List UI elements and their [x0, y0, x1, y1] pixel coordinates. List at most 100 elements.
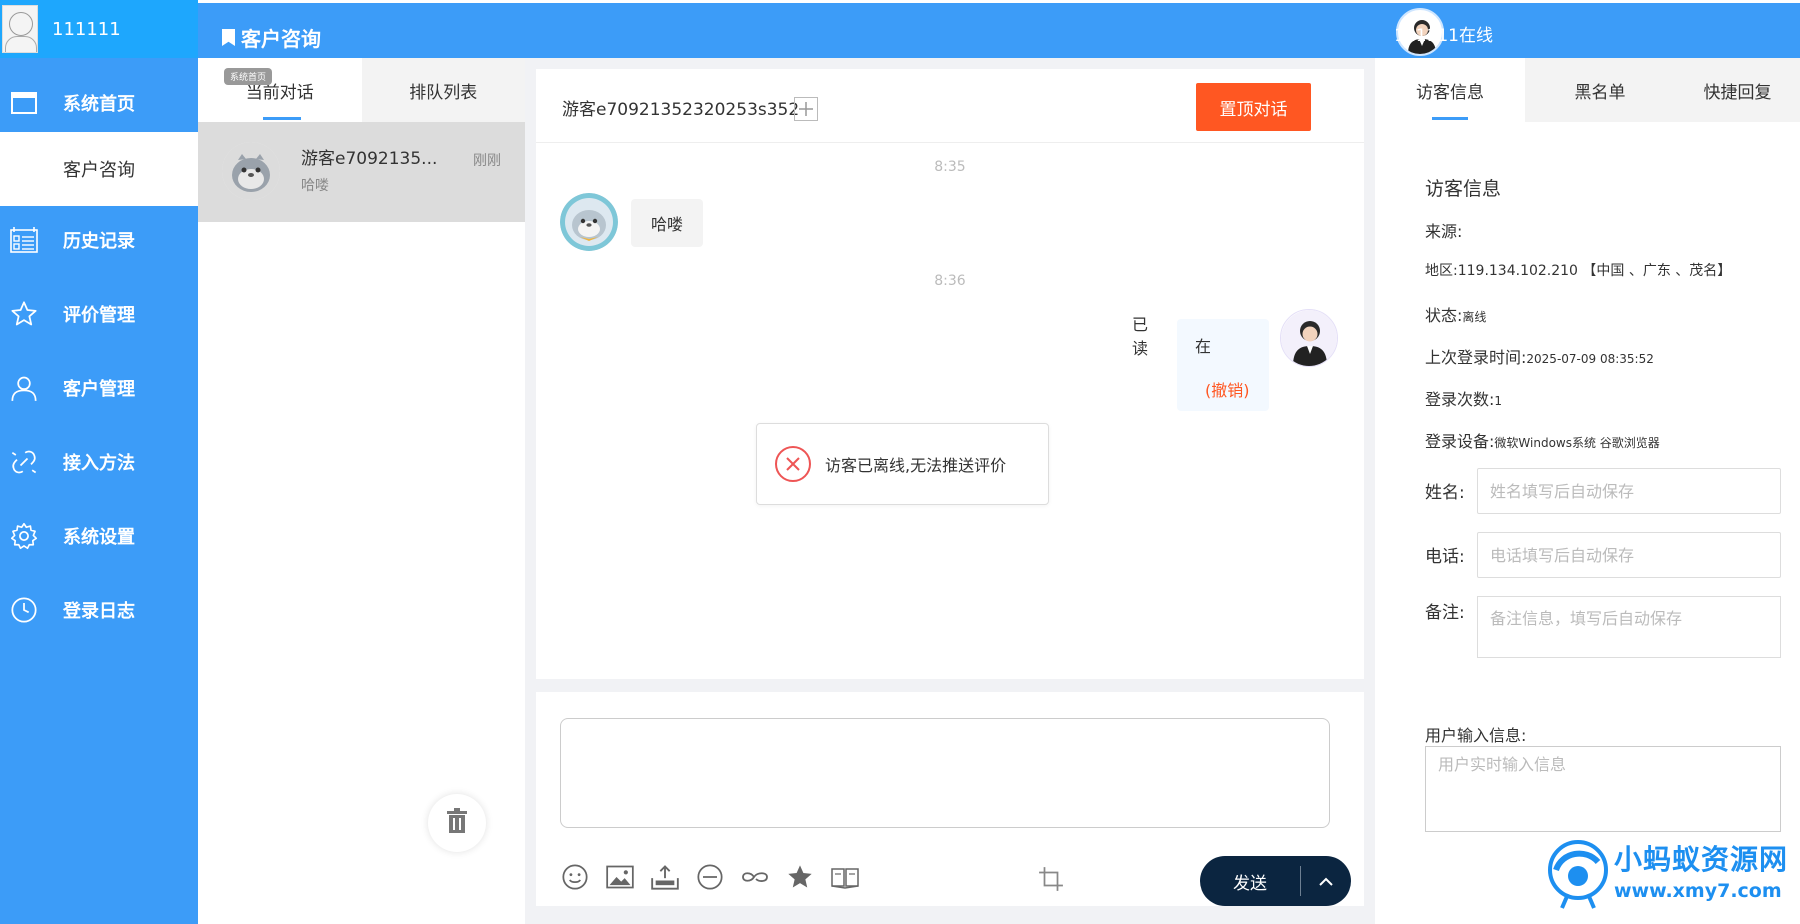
remark-label: 备注:: [1425, 603, 1465, 623]
sidebar-item-integration[interactable]: 接入方法: [0, 425, 198, 499]
chat-visitor-id: 游客e70921352320253s352: [562, 100, 800, 120]
sidebar-item-settings[interactable]: 系统设置: [0, 499, 198, 573]
info-value: 离线: [1462, 310, 1487, 324]
visitor-message-bubble: 哈喽: [631, 199, 704, 247]
bookmark-icon: [222, 29, 235, 46]
delete-button[interactable]: [428, 794, 486, 852]
agent-status: 111111在线: [1394, 26, 1493, 46]
toolbar: [560, 862, 875, 892]
conversation-last-message: 哈喽: [301, 178, 329, 194]
clock-icon: [10, 596, 38, 624]
message-input-panel: 发送: [536, 692, 1364, 906]
watermark-title: 小蚂蚁资源网: [1614, 843, 1789, 876]
trash-icon: [446, 808, 468, 838]
tab-active-indicator: [263, 117, 301, 120]
info-region: 地区: 119.134.102.210 【中国 、广东 、茂名】: [1425, 260, 1731, 280]
info-value: 微软Windows系统 谷歌浏览器: [1494, 436, 1660, 450]
star-rating-icon[interactable]: [785, 862, 815, 892]
watermark: 小蚂蚁资源网 www.xmy7.com: [1542, 836, 1797, 916]
read-receipt: 已读: [1132, 315, 1149, 358]
pin-conversation-button[interactable]: 置顶对话: [1196, 83, 1311, 131]
window-icon: [10, 89, 38, 117]
star-icon: [10, 300, 38, 328]
brand-header: 111111: [0, 0, 198, 58]
tab-queue-list[interactable]: 排队列表: [361, 58, 525, 122]
tab-current-conversations[interactable]: 当前对话: [198, 58, 362, 122]
phone-label: 电话:: [1425, 547, 1465, 567]
info-label: 登录设备:: [1425, 432, 1495, 451]
sidebar-item-label: 系统设置: [63, 527, 135, 548]
remark-input[interactable]: [1477, 596, 1781, 658]
info-value: 1: [1494, 394, 1503, 408]
image-icon[interactable]: [605, 862, 635, 892]
transfer-link-icon[interactable]: [740, 862, 770, 892]
agent-message-text: 在: [1195, 337, 1212, 356]
tab-label: 快捷回复: [1703, 82, 1772, 103]
toast-message: 访客已离线,无法推送评价: [825, 456, 1007, 475]
sidebar-item-label: 评价管理: [63, 305, 135, 326]
name-input[interactable]: [1477, 468, 1781, 514]
info-last-login: 上次登录时间: 2025-07-09 08:35:52: [1425, 344, 1654, 368]
conversation-item[interactable]: 游客e7092135... 刚刚 哈喽: [198, 122, 525, 222]
conversation-name: 游客e7092135...: [301, 149, 438, 169]
conversation-time: 刚刚: [473, 153, 501, 169]
top-header: 客户咨询 111111在线: [198, 0, 1800, 58]
tab-visitor-info[interactable]: 访客信息: [1375, 58, 1525, 122]
info-status: 状态: 离线: [1425, 302, 1486, 326]
recall-message-link[interactable]: (撤销): [1205, 377, 1250, 401]
right-tabs: 访客信息 黑名单 快捷回复: [1375, 58, 1800, 122]
sidebar-item-login-log[interactable]: 登录日志: [0, 573, 198, 647]
info-label: 登录次数:: [1425, 390, 1495, 409]
sidebar-item-rating[interactable]: 评价管理: [0, 277, 198, 351]
send-options-button[interactable]: [1301, 856, 1351, 906]
chat-panel: 游客e70921352320253s352 置顶对话 8:35 哈喽 8:36 …: [536, 69, 1364, 679]
name-label: 姓名:: [1425, 483, 1465, 503]
sidebar-item-label: 历史记录: [63, 231, 135, 252]
blank-icon: [10, 155, 38, 183]
sidebar-item-customers[interactable]: 客户管理: [0, 351, 198, 425]
tab-blacklist[interactable]: 黑名单: [1525, 58, 1675, 122]
ant-logo-icon: [1542, 836, 1614, 912]
list-icon: [10, 226, 38, 254]
send-button-group: 发送: [1200, 856, 1351, 906]
page-title-text: 客户咨询: [241, 27, 321, 51]
page-title: 客户咨询: [222, 23, 321, 52]
sidebar-item-label: 客户管理: [63, 379, 135, 400]
tab-label: 访客信息: [1416, 82, 1484, 103]
plus-icon[interactable]: [794, 97, 818, 121]
user-realtime-input[interactable]: [1425, 746, 1781, 832]
phone-input[interactable]: [1477, 532, 1781, 578]
tab-label: 黑名单: [1574, 82, 1626, 103]
sidebar: 111111 系统首页 客户咨询 历史记录 评价管理 客户管理 接入方法 系统设…: [0, 0, 198, 924]
chevron-up-icon: [1318, 872, 1334, 891]
toast-notification: 访客已离线,无法推送评价: [756, 423, 1049, 505]
send-button[interactable]: 发送: [1200, 856, 1300, 906]
info-device: 登录设备: 微软Windows系统 谷歌浏览器: [1425, 428, 1660, 452]
sidebar-item-label: 接入方法: [63, 453, 135, 474]
sidebar-item-home[interactable]: 系统首页: [0, 66, 198, 140]
info-source: 来源:: [1425, 218, 1462, 242]
visitor-avatar: [560, 193, 618, 251]
visitor-avatar: [222, 142, 280, 200]
info-value: 2025-07-09 08:35:52: [1526, 352, 1654, 366]
watermark-url: www.xmy7.com: [1614, 880, 1782, 902]
tab-quick-reply[interactable]: 快捷回复: [1675, 58, 1800, 122]
message-input[interactable]: [560, 718, 1330, 828]
tab-active-indicator: [1432, 117, 1468, 120]
error-icon: [775, 446, 811, 482]
emoji-icon[interactable]: [560, 862, 590, 892]
user-avatar[interactable]: [2, 5, 38, 53]
tooltip: 系统首页: [224, 68, 273, 85]
visitor-info-panel: 访客信息 黑名单 快捷回复 访客信息 来源: 地区: 119.134.102.2…: [1375, 58, 1800, 924]
username: 111111: [52, 18, 121, 40]
minus-circle-icon[interactable]: [695, 862, 725, 892]
book-icon[interactable]: [830, 862, 860, 892]
upload-file-icon[interactable]: [650, 862, 680, 892]
info-label: 状态:: [1425, 306, 1463, 325]
sidebar-item-consult[interactable]: 客户咨询: [0, 132, 198, 206]
info-label: 来源:: [1425, 222, 1463, 241]
screenshot-crop-icon[interactable]: [1036, 864, 1066, 894]
sidebar-item-history[interactable]: 历史记录: [0, 203, 198, 277]
sidebar-item-label: 登录日志: [63, 601, 135, 622]
sidebar-item-label: 客户咨询: [63, 160, 135, 181]
